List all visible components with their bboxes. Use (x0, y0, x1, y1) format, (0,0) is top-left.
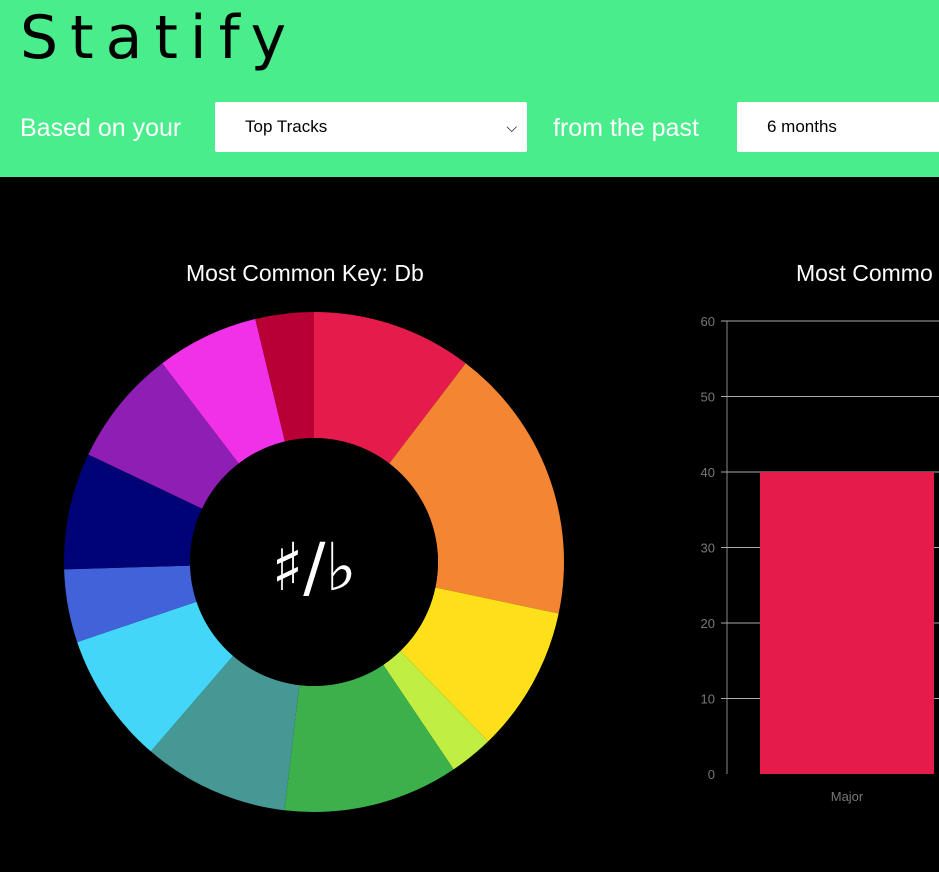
key-chart-title: Most Common Key: Db (186, 260, 424, 286)
mode-chart-title: Most Commo (796, 260, 933, 286)
app-title: Statify (20, 3, 299, 73)
type-select[interactable]: Top Tracks ⌵ (215, 102, 527, 152)
y-tick-label: 30 (701, 541, 715, 556)
y-tick-label: 60 (701, 314, 715, 329)
type-select-value: Top Tracks (245, 117, 328, 136)
x-tick-label: Major (831, 789, 864, 804)
y-tick-label: 0 (708, 767, 715, 782)
sharp-flat-icon: ♯/♭ (271, 529, 356, 606)
based-on-label: Based on your (20, 114, 182, 142)
header-bar: Statify Based on your Top Tracks ⌵ from … (0, 0, 939, 177)
bar[interactable] (760, 472, 934, 774)
from-past-label: from the past (553, 114, 699, 142)
mode-bar-chart: 0 10 20 30 40 50 60 Major (701, 314, 939, 804)
range-select[interactable]: 6 months (737, 102, 939, 152)
chevron-down-icon: ⌵ (506, 119, 517, 135)
range-select-value: 6 months (767, 117, 837, 136)
y-tick-label: 10 (701, 692, 715, 707)
y-tick-label: 50 (701, 390, 715, 405)
y-tick-label: 40 (701, 465, 715, 480)
key-donut-chart: ♯/♭ (64, 312, 564, 812)
y-tick-label: 20 (701, 616, 715, 631)
